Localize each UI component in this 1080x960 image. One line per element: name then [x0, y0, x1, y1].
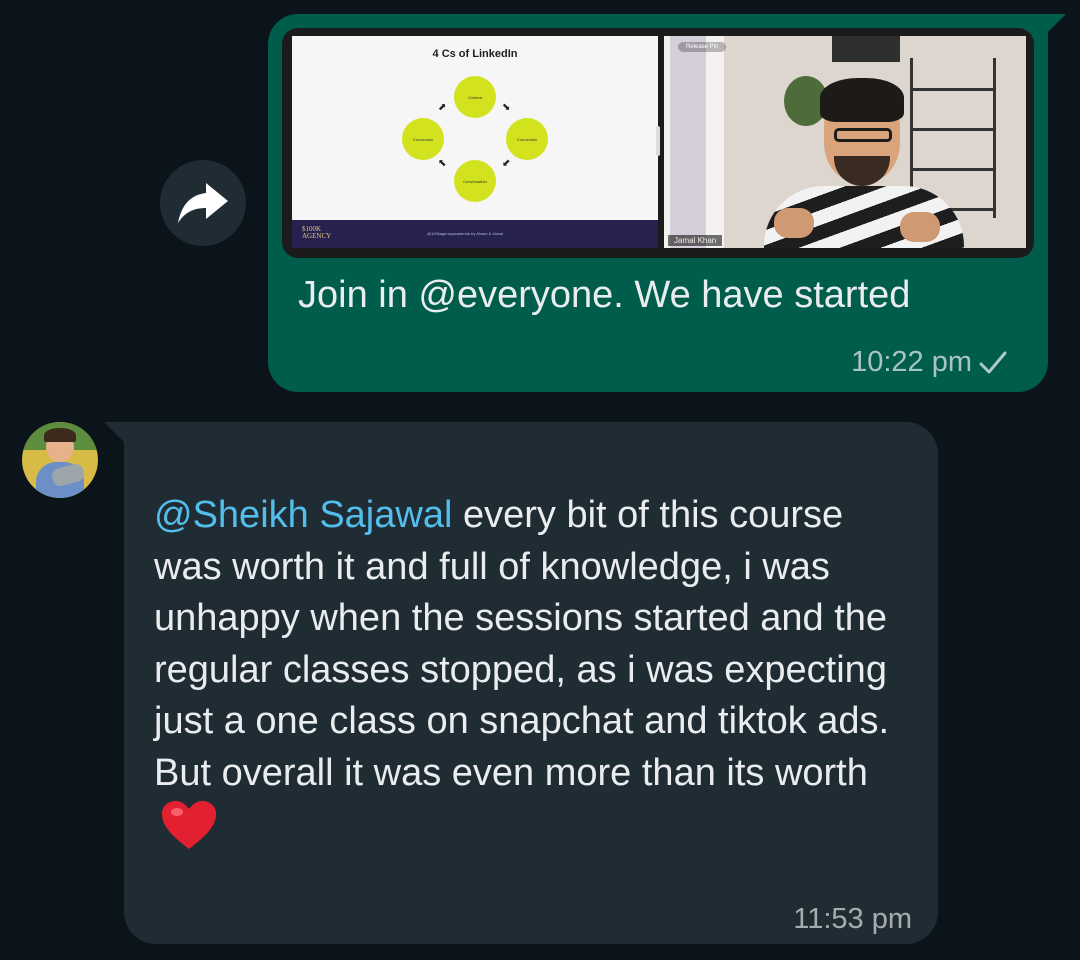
outgoing-message-time: 10:22 pm	[851, 346, 972, 378]
cycle-arrow-icon: ⬈	[438, 102, 447, 113]
incoming-message-body: every bit of this course was worth it an…	[154, 494, 890, 794]
outgoing-message-text: Join in @everyone. We have started	[298, 274, 911, 316]
cycle-arrow-icon: ⬊	[502, 102, 511, 113]
presentation-slide: 4 Cs of LinkedIn Content Connection Conv…	[292, 36, 658, 248]
slide-footer: $100K AGENCY @100kagencyacademia by Ahsa…	[292, 220, 658, 248]
forward-arrow-icon	[178, 183, 228, 223]
single-check-icon	[979, 351, 1007, 373]
outgoing-message-bubble[interactable]: 4 Cs of LinkedIn Content Connection Conv…	[268, 14, 1066, 392]
user-mention[interactable]: @Sheikh Sajawal	[154, 494, 452, 536]
split-handle	[656, 126, 660, 156]
release-pin-label: Release Pin	[678, 42, 727, 52]
cycle-arrow-icon: ⬉	[438, 158, 447, 169]
slide-title: 4 Cs of LinkedIn	[432, 48, 518, 60]
outgoing-message-meta: 10:22 pm	[851, 346, 1008, 379]
incoming-message-time: 11:53 pm	[793, 903, 912, 935]
slide-credit: @100kagencyacademia by Ahsan & Jamal	[427, 231, 504, 236]
incoming-message-bubble[interactable]: @Sheikh Sajawal every bit of this course…	[104, 422, 938, 944]
cycle-arrow-icon: ⬋	[502, 158, 511, 169]
slide-node-connection: Connection	[506, 118, 548, 160]
shared-image[interactable]: 4 Cs of LinkedIn Content Connection Conv…	[282, 28, 1034, 258]
incoming-message-text: @Sheikh Sajawal every bit of this course…	[154, 490, 894, 858]
slide-node-content: Content	[454, 76, 496, 118]
slide-node-conversation: Conversation	[454, 160, 496, 202]
video-feed: Release Pin Jamal Khan	[664, 36, 1026, 248]
forward-button[interactable]	[160, 160, 246, 246]
participant-name: Jamal Khan	[668, 235, 723, 246]
glasses-icon	[834, 128, 892, 142]
slide-node-conversion: Conversion	[402, 118, 444, 160]
red-heart-icon	[162, 801, 216, 849]
slide-brand-logo: $100K AGENCY	[302, 225, 332, 240]
sender-avatar[interactable]	[22, 422, 98, 498]
